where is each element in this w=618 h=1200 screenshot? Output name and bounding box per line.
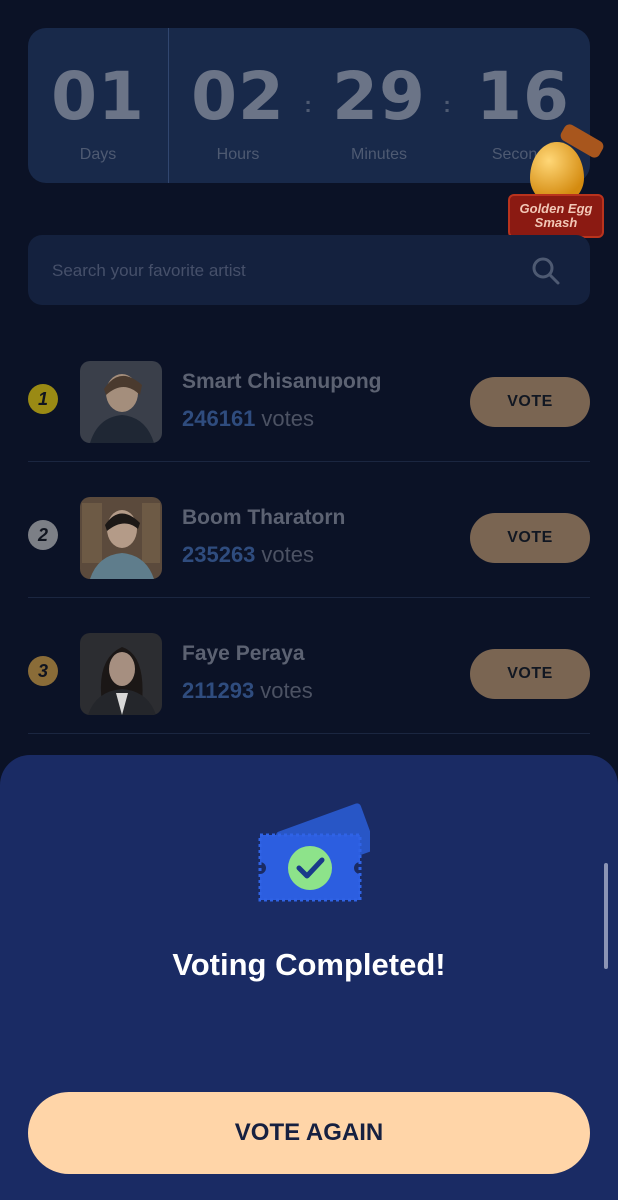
countdown-timer: 01 Days 02 Hours : 29 Minutes : 16 Secon…: [28, 28, 590, 183]
search-input[interactable]: [50, 255, 514, 287]
vote-count: 235263: [182, 542, 256, 567]
artist-votes: 211293 votes: [182, 678, 313, 704]
countdown-hours-label: Hours: [216, 146, 260, 163]
ticket-check-icon: [258, 803, 370, 902]
countdown-hours: 02 Hours: [173, 28, 303, 183]
artist-photo: [80, 633, 162, 715]
votes-unit: votes: [261, 542, 315, 567]
vote-button[interactable]: VOTE: [470, 377, 590, 427]
rank-badge: 2: [28, 520, 58, 550]
artist-row: 3 Faye Peraya 211293 votes VOTE: [28, 598, 590, 734]
countdown-days: 01 Days: [28, 28, 168, 183]
voting-completed-sheet: Voting Completed! VOTE AGAIN: [0, 755, 618, 1200]
countdown-minutes: 29 Minutes: [314, 28, 444, 183]
rank-badge: 3: [28, 656, 58, 686]
artist-photo: [80, 497, 162, 579]
artist-avatar[interactable]: [80, 361, 162, 443]
golden-egg-title: Golden Egg: [519, 201, 593, 216]
artist-name: Boom Tharatorn: [182, 506, 346, 529]
votes-unit: votes: [261, 406, 315, 431]
vote-button[interactable]: VOTE: [470, 513, 590, 563]
artist-row: 2 Boom Tharatorn 235263 votes VOTE: [28, 462, 590, 598]
search-bar: [28, 235, 590, 305]
countdown-divider: [168, 28, 169, 183]
scrollbar[interactable]: [604, 863, 608, 969]
artist-avatar[interactable]: [80, 633, 162, 715]
artist-name: Faye Peraya: [182, 642, 305, 665]
golden-egg-banner: Golden Egg Smash: [508, 194, 604, 238]
artist-votes: 246161 votes: [182, 406, 314, 432]
rank-badge: 1: [28, 384, 58, 414]
countdown-seconds-value: 16: [476, 58, 570, 135]
vote-count: 211293: [182, 678, 255, 703]
artist-photo: [80, 361, 162, 443]
artist-list: 1 Smart Chisanupong 246161votes VOTE 2: [28, 326, 590, 734]
artist-row: 1 Smart Chisanupong 246161 votes VOTE: [28, 326, 590, 462]
countdown-separator: :: [443, 92, 451, 117]
artist-name: Smart Chisanupong: [182, 370, 382, 393]
votes-unit: votes: [260, 678, 313, 703]
countdown-days-label: Days: [79, 146, 117, 163]
golden-egg-smash-badge[interactable]: Golden Egg Smash: [508, 122, 608, 240]
vote-count: 246161: [182, 406, 256, 431]
countdown-separator: :: [304, 92, 312, 117]
countdown-minutes-label: Minutes: [350, 146, 408, 163]
countdown-hours-value: 02: [191, 58, 285, 135]
vote-again-button[interactable]: VOTE AGAIN: [28, 1092, 590, 1174]
search-icon[interactable]: [530, 255, 562, 287]
golden-egg-subtitle: Smash: [534, 215, 578, 230]
voting-page: 01 Days 02 Hours : 29 Minutes : 16 Secon…: [0, 0, 618, 1200]
artist-votes: 235263 votes: [182, 542, 314, 568]
vote-button[interactable]: VOTE: [470, 649, 590, 699]
voting-completed-title: Voting Completed!: [172, 947, 446, 982]
artist-avatar[interactable]: [80, 497, 162, 579]
countdown-minutes-value: 29: [332, 58, 426, 135]
countdown-days-value: 01: [51, 58, 145, 135]
